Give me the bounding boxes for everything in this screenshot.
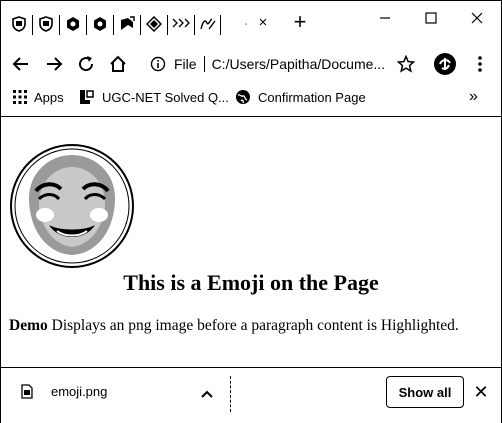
page-content: This is a Emoji on the Page Demo Display… — [1, 117, 501, 365]
grid-pattern-icon — [172, 18, 190, 28]
tab-separator — [32, 15, 33, 35]
info-icon[interactable] — [150, 56, 166, 72]
address-bar[interactable]: File C:/Users/Papitha/Docume... — [146, 50, 424, 78]
tab-separator — [113, 15, 114, 35]
diamond-icon — [146, 16, 162, 32]
bookmark-flag-icon — [121, 16, 135, 30]
url-scheme-label: File — [174, 56, 197, 72]
minimize-button[interactable] — [367, 5, 403, 31]
google-icon — [245, 23, 247, 25]
home-button[interactable] — [105, 51, 131, 77]
page-heading: This is a Emoji on the Page — [123, 270, 379, 295]
forward-button[interactable] — [41, 51, 67, 77]
navigation-toolbar: File C:/Users/Papitha/Docume... — [1, 45, 501, 83]
tab-hexagon-2[interactable] — [88, 13, 112, 35]
maximize-button[interactable] — [413, 5, 449, 31]
download-shelf: emoji.png Show all ✕ — [1, 367, 501, 423]
bookmarks-bar: Apps UGC-NET Solved Q... Confirmation Pa… — [1, 85, 501, 109]
globe-icon — [236, 90, 250, 104]
tab-separator — [140, 15, 141, 35]
browser-window: × + File C:/Users/Papitha/Docume... Apps… — [0, 0, 502, 423]
extension-button[interactable] — [432, 51, 458, 77]
bookmark-star-button[interactable] — [393, 51, 419, 77]
tab-diamond[interactable] — [142, 13, 166, 35]
bookmark-label: Apps — [34, 89, 64, 105]
tab-grid[interactable] — [169, 13, 193, 35]
arrow-right-icon — [47, 57, 63, 71]
bookmark-apps[interactable]: Apps — [13, 87, 64, 107]
shelf-separator — [230, 376, 232, 412]
star-icon — [397, 55, 415, 73]
reload-button[interactable] — [73, 51, 99, 77]
tab-shield-1[interactable] — [7, 13, 31, 35]
tab-separator — [59, 15, 60, 35]
chevron-up-icon — [201, 390, 213, 398]
maximize-icon — [425, 12, 437, 24]
tab-strip: × + — [1, 1, 501, 43]
tab-flag[interactable] — [115, 13, 139, 35]
tab-separator — [167, 15, 168, 35]
extension-icon — [434, 53, 456, 75]
paragraph-highlight: Demo — [9, 317, 48, 334]
download-options-button[interactable] — [197, 384, 217, 404]
close-shelf-button[interactable]: ✕ — [471, 382, 491, 402]
tab-gmail[interactable] — [201, 13, 225, 35]
bookmark-confirmation-page[interactable]: Confirmation Page — [235, 87, 366, 107]
close-window-button[interactable] — [459, 5, 495, 31]
hexagon-icon — [67, 17, 79, 31]
minimize-icon — [380, 17, 390, 19]
tab-separator — [194, 15, 195, 35]
page-paragraph: Demo Displays an png image before a para… — [9, 317, 459, 335]
new-tab-button[interactable]: + — [289, 11, 311, 35]
emoji-image — [10, 144, 134, 268]
apps-grid-icon — [13, 90, 27, 104]
url-divider — [203, 56, 205, 72]
tab-shield-2[interactable] — [34, 13, 58, 35]
paragraph-text: Displays an png image before a paragraph… — [47, 317, 459, 334]
tab-hexagon-1[interactable] — [61, 13, 85, 35]
bookmarks-overflow-button[interactable]: » — [469, 87, 478, 107]
home-icon — [110, 55, 126, 72]
tab-close-button[interactable]: × — [253, 13, 273, 33]
download-item[interactable]: emoji.png — [21, 384, 107, 399]
back-button[interactable] — [8, 51, 34, 77]
close-icon — [471, 12, 483, 24]
shield-icon — [39, 16, 53, 32]
url-text[interactable]: C:/Users/Papitha/Docume... — [212, 56, 386, 72]
bookmark-site-icon — [80, 90, 94, 104]
show-all-button[interactable]: Show all — [386, 376, 464, 408]
tab-separator — [86, 15, 87, 35]
tab-google-active[interactable] — [223, 13, 247, 35]
download-file-name: emoji.png — [51, 384, 108, 399]
shield-icon — [12, 16, 26, 32]
file-icon — [21, 384, 33, 399]
bookmark-ugc-net[interactable]: UGC-NET Solved Q... — [79, 87, 229, 107]
hexagon-icon — [94, 17, 106, 31]
arrow-left-icon — [12, 57, 28, 71]
menu-button[interactable] — [467, 51, 493, 77]
bookmark-label: UGC-NET Solved Q... — [102, 89, 229, 105]
reload-icon — [79, 56, 94, 72]
more-vertical-icon — [478, 56, 482, 72]
bookmark-label: Confirmation Page — [258, 89, 366, 105]
